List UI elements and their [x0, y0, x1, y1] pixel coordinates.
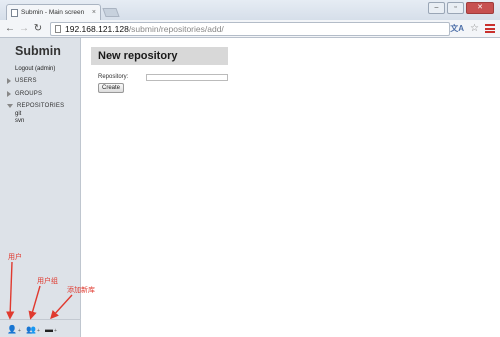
translate-icon[interactable]: 文A — [450, 23, 464, 34]
browser-titlebar: Submin - Main screen × ☺ – ▫ ✕ — [0, 0, 500, 20]
sidebar-item-label: REPOSITORIES — [17, 103, 65, 109]
repository-label: Repository: — [98, 74, 129, 80]
collapse-arrow-icon — [7, 104, 13, 108]
sidebar-repo-svn[interactable]: svn — [15, 118, 24, 124]
expand-arrow-icon — [7, 78, 11, 84]
annotation-user: 用户 — [8, 254, 22, 261]
add-repository-icon[interactable]: ▬+ — [45, 325, 57, 334]
annotation-repository: 添加新库 — [67, 287, 95, 294]
browser-toolbar: ← → ↻ 192.168.121.128/submin/repositorie… — [0, 20, 500, 38]
sidebar-item-users[interactable]: USERS — [7, 78, 37, 84]
new-tab-button[interactable] — [102, 8, 120, 17]
page-icon — [11, 8, 18, 17]
menu-icon[interactable] — [485, 24, 495, 33]
sidebar-item-groups[interactable]: GROUPS — [7, 91, 42, 97]
reload-icon[interactable]: ↻ — [32, 23, 44, 34]
add-user-icon[interactable]: 👤+ — [7, 325, 21, 334]
add-group-icon[interactable]: 👥+ — [26, 325, 40, 334]
address-bar[interactable]: 192.168.121.128/submin/repositories/add/ — [50, 22, 450, 36]
annotation-group: 用户组 — [37, 278, 58, 285]
minimize-icon[interactable]: – — [428, 2, 445, 14]
page-title: New repository — [91, 47, 228, 65]
url-host: 192.168.121.128 — [65, 24, 129, 34]
bookmark-star-icon[interactable]: ☆ — [470, 23, 479, 34]
maximize-icon[interactable]: ▫ — [447, 2, 464, 14]
expand-arrow-icon — [7, 91, 11, 97]
app-title: Submin — [15, 44, 61, 58]
back-icon[interactable]: ← — [4, 23, 16, 34]
browser-tab[interactable]: Submin - Main screen × — [6, 4, 101, 20]
close-tab-icon[interactable]: × — [92, 9, 96, 16]
forward-icon[interactable]: → — [18, 23, 30, 34]
sidebar-item-repositories[interactable]: REPOSITORIES — [7, 103, 64, 109]
sidebar-bottom-bar: 👤+ 👥+ ▬+ — [0, 319, 81, 337]
tab-title: Submin - Main screen — [21, 9, 85, 16]
url-text: 192.168.121.128/submin/repositories/add/ — [65, 24, 224, 34]
logout-link[interactable]: Logout (admin) — [15, 66, 55, 72]
window-controls: – ▫ ✕ — [428, 2, 494, 14]
create-button[interactable]: Create — [98, 83, 124, 93]
sidebar-repo-git[interactable]: git — [15, 111, 21, 117]
toolbar-icons: 文A ☆ — [450, 23, 495, 34]
sidebar-item-label: GROUPS — [15, 91, 43, 97]
url-path: /submin/repositories/add/ — [128, 24, 224, 34]
repository-name-input[interactable] — [146, 74, 228, 81]
page-content: Submin Logout (admin) USERS GROUPS REPOS… — [0, 38, 500, 337]
page-info-icon[interactable] — [55, 25, 61, 33]
close-window-icon[interactable]: ✕ — [466, 2, 494, 14]
sidebar-item-label: USERS — [15, 78, 37, 84]
